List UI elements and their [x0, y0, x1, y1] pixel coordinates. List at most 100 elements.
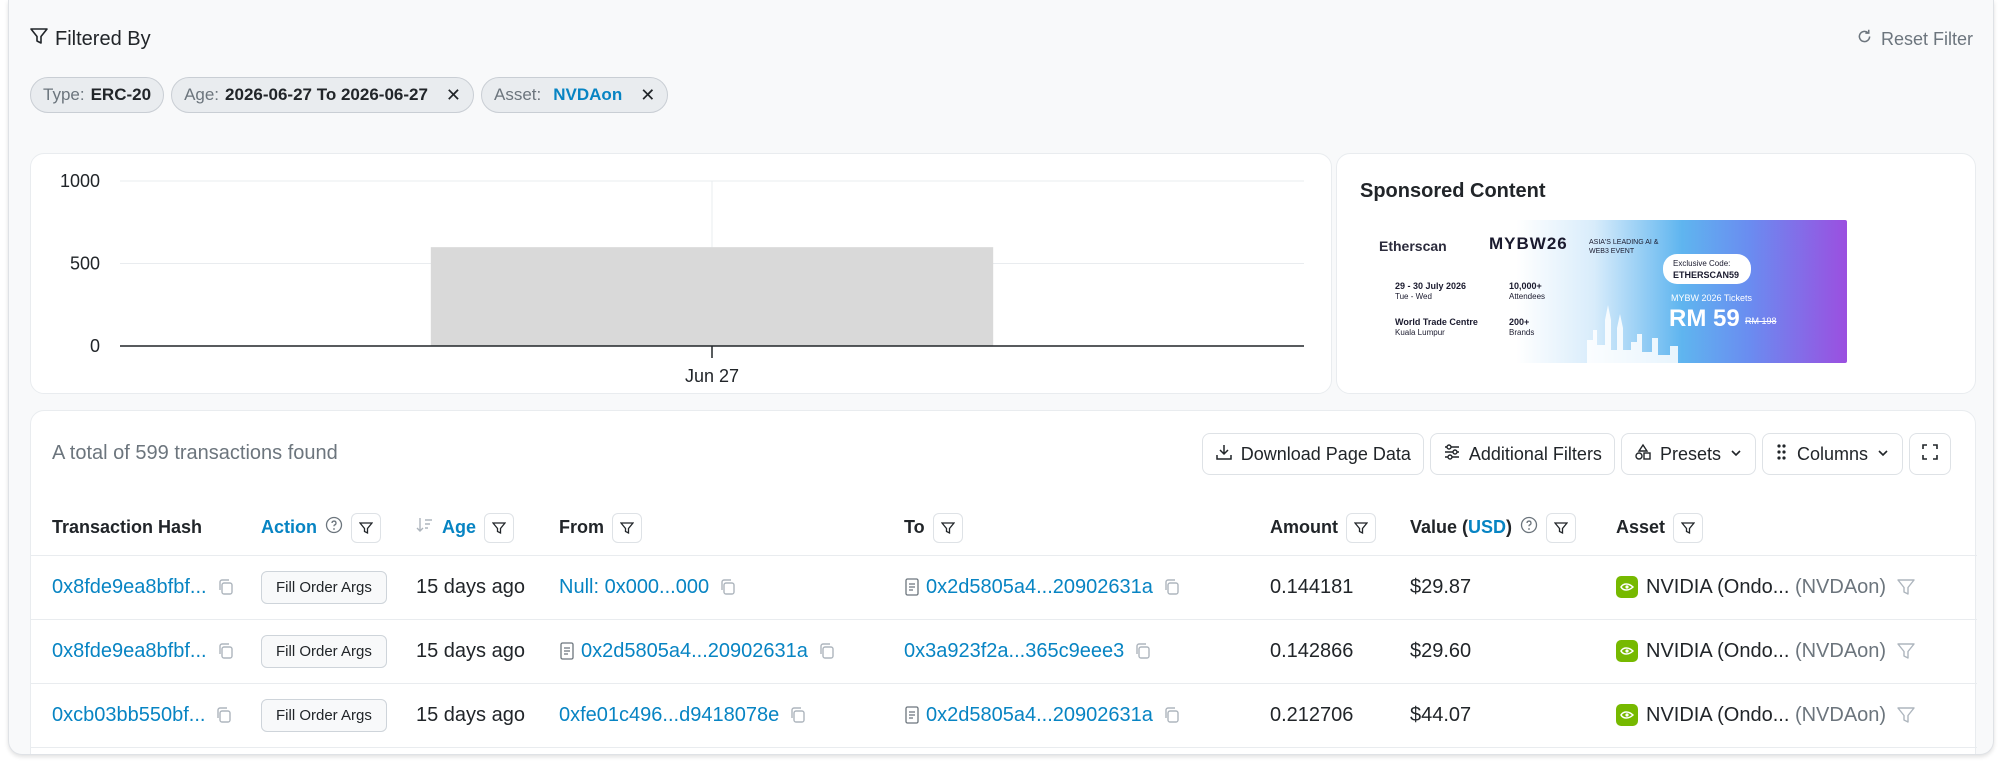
chip-key: Type:	[43, 85, 85, 104]
tx-hash-link[interactable]: 0x8fde9ea8bfbf...	[52, 640, 207, 662]
to-cell: 0x3a923f2a...365c9eee3	[904, 619, 1270, 684]
copy-icon[interactable]	[217, 642, 235, 660]
sort-icon[interactable]	[416, 516, 434, 539]
col-action-header: Action	[261, 501, 416, 556]
asset-name-link[interactable]: NVIDIA (Ondo...	[1646, 576, 1789, 598]
asset-name-link[interactable]: NVIDIA (Ondo...	[1646, 640, 1789, 662]
copy-icon[interactable]	[217, 578, 235, 596]
copy-icon[interactable]	[719, 578, 737, 596]
x-tick-label: Jun 27	[685, 366, 739, 386]
to-address-link[interactable]: 0x2d5805a4...20902631a	[926, 576, 1153, 598]
asset-cell: NVIDIA (Ondo... (NVDAon)	[1616, 683, 1977, 748]
additional-filters-button[interactable]: Additional Filters	[1429, 433, 1615, 475]
chip-key: Asset:	[494, 85, 542, 104]
presets-label: Presets	[1659, 443, 1721, 464]
columns-dropdown[interactable]: Columns	[1761, 433, 1903, 475]
value-text: $44.07	[1410, 703, 1472, 726]
value-suffix: )	[1506, 517, 1513, 538]
bar	[430, 247, 994, 346]
action-header-label[interactable]: Action	[261, 517, 317, 538]
table-row: 0x8fde9ea8bfbf... Fill Order Args 15 days …	[31, 619, 1977, 684]
filter-icon[interactable]	[1896, 641, 1916, 661]
copy-icon[interactable]	[215, 706, 233, 724]
table-row: 0xcb03bb550bf... Fill Order Args 15 days a…	[31, 683, 1977, 748]
from-address-link[interactable]: Null: 0x000...000	[559, 576, 709, 598]
value-currency-toggle[interactable]: USD	[1468, 517, 1506, 537]
active-filters: Type: ERC-20 Age: 2026-06-27 To 2026-06-…	[30, 77, 669, 113]
hash-cell: 0x8fde9ea8bfbf...	[31, 619, 261, 684]
banner-days: Tue - Wed	[1395, 292, 1432, 301]
asset-filter-button[interactable]	[1673, 512, 1704, 543]
filter-icon[interactable]	[1896, 577, 1916, 597]
to-cell: 0x2d5805a4...20902631a	[904, 555, 1270, 620]
from-filter-button[interactable]	[612, 512, 642, 543]
nvidia-logo-icon	[1616, 640, 1638, 663]
asset-name-link[interactable]: NVIDIA (Ondo...	[1646, 704, 1789, 726]
download-label: Download Page Data	[1240, 443, 1411, 464]
nvidia-logo-icon	[1616, 704, 1638, 727]
tx-hash-link[interactable]: 0xcb03bb550bf...	[52, 704, 205, 726]
from-address-link[interactable]: 0xfe01c496...d9418078e	[559, 704, 779, 726]
filter-icon[interactable]	[1896, 705, 1916, 725]
remove-asset-filter-icon[interactable]: ✕	[640, 85, 655, 106]
y-tick-label: 0	[90, 336, 100, 356]
age-header-label[interactable]: Age	[442, 517, 476, 538]
copy-icon[interactable]	[1134, 642, 1152, 660]
copy-icon[interactable]	[1163, 706, 1181, 724]
chip-value[interactable]: NVDAon	[553, 85, 622, 105]
download-page-data-button[interactable]: Download Page Data	[1201, 433, 1424, 475]
help-icon[interactable]	[325, 516, 343, 539]
col-amount-header: Amount	[1270, 501, 1410, 556]
fullscreen-button[interactable]	[1909, 433, 1951, 475]
reset-filter-button[interactable]: Reset Filter	[1856, 28, 1973, 50]
value-text: $29.60	[1410, 639, 1472, 662]
action-filter-button[interactable]	[351, 512, 381, 543]
presets-dropdown[interactable]: Presets	[1620, 433, 1756, 475]
to-header-label: To	[904, 517, 925, 538]
sponsored-content: Sponsored Content Etherscan MYBW26 ASIA'…	[1336, 153, 1976, 394]
contract-icon	[904, 578, 920, 596]
copy-icon[interactable]	[1163, 578, 1181, 596]
age-cell: 15 days ago	[416, 683, 559, 748]
col-age-header: Age	[416, 501, 559, 556]
chip-key: Age:	[184, 85, 220, 104]
age-filter-button[interactable]	[484, 512, 515, 543]
copy-icon[interactable]	[818, 642, 836, 660]
banner-tagline: ASIA'S LEADING AI & WEB3 EVENT	[1589, 239, 1659, 255]
download-icon	[1215, 443, 1233, 466]
value-text: $29.87	[1410, 575, 1472, 598]
chip-type: Type: ERC-20	[30, 77, 165, 113]
expand-icon	[1922, 443, 1938, 465]
amount-text: 0.144181	[1270, 575, 1354, 598]
action-badge: Fill Order Args	[261, 570, 387, 604]
tx-hash-link[interactable]: 0x8fde9ea8bfbf...	[52, 576, 207, 598]
hash-cell: 0x8fde9ea8bfbf...	[31, 555, 261, 620]
to-address-link[interactable]: 0x3a923f2a...365c9eee3	[904, 640, 1124, 662]
nvidia-logo-icon	[1616, 576, 1638, 599]
asset-symbol: (NVDAon)	[1794, 639, 1887, 662]
chip-value: ERC-20	[90, 85, 152, 104]
amount-filter-button[interactable]	[1345, 512, 1376, 543]
columns-icon	[1775, 443, 1789, 466]
table-body: 0x8fde9ea8bfbf... Fill Order Args 15 days …	[31, 555, 1977, 748]
to-address-link[interactable]: 0x2d5805a4...20902631a	[926, 704, 1153, 726]
additional-filters-label: Additional Filters	[1468, 443, 1602, 464]
banner-code: ETHERSCAN59	[1673, 270, 1740, 280]
help-icon[interactable]	[1520, 516, 1538, 539]
banner-attendees-label: Attendees	[1509, 292, 1546, 301]
hash-header-label: Transaction Hash	[52, 517, 203, 538]
from-address-link[interactable]: 0x2d5805a4...20902631a	[581, 640, 808, 662]
age-cell: 15 days ago	[416, 619, 559, 684]
sponsor-banner[interactable]: Etherscan MYBW26 ASIA'S LEADING AI & WEB…	[1361, 220, 1847, 363]
contract-icon	[904, 706, 920, 724]
copy-icon[interactable]	[789, 706, 807, 724]
chevron-down-icon	[1876, 444, 1890, 465]
filter-icon	[29, 26, 49, 52]
action-badge: Fill Order Args	[261, 698, 387, 732]
banner-brands-label: Brands	[1509, 328, 1535, 337]
refresh-icon	[1856, 28, 1873, 50]
from-cell: 0xfe01c496...d9418078e	[559, 683, 904, 748]
value-filter-button[interactable]	[1546, 512, 1577, 543]
remove-age-filter-icon[interactable]: ✕	[446, 85, 461, 106]
to-filter-button[interactable]	[932, 512, 963, 543]
